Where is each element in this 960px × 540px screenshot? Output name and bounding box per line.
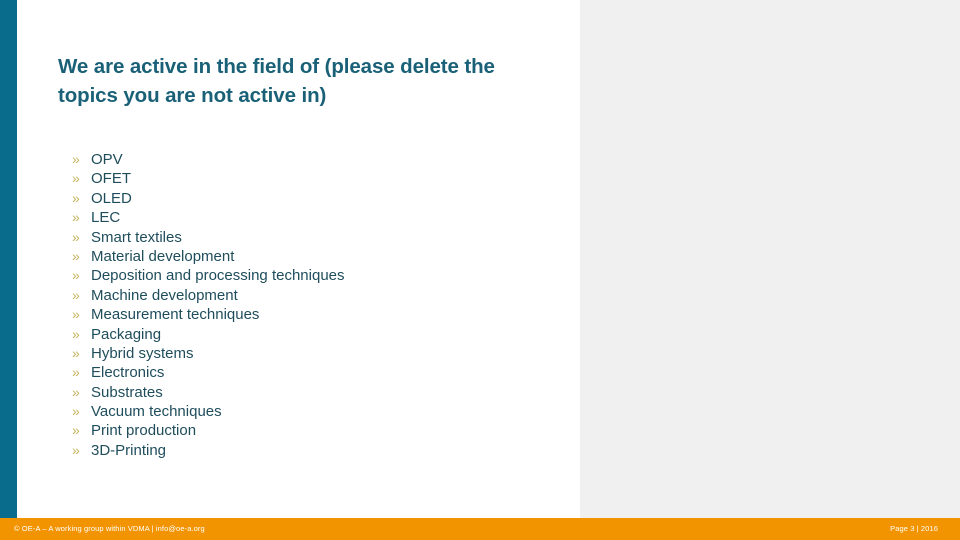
chevron-double-right-icon: »: [72, 306, 80, 323]
chevron-double-right-icon: »: [72, 383, 80, 400]
list-item-label: 3D-Printing: [91, 441, 167, 459]
list-item-label: Print production: [91, 422, 197, 440]
list-item-label: Machine development: [91, 286, 238, 304]
chevron-double-right-icon: »: [72, 422, 80, 439]
list-item-label: Vacuum techniques: [91, 403, 222, 421]
chevron-double-right-icon: »: [72, 170, 80, 187]
list-item[interactable]: » Electronics: [72, 365, 552, 384]
footer-page-number: Page 3 | 2016: [890, 524, 938, 533]
list-item[interactable]: » Packaging: [72, 327, 552, 346]
list-item-label: LEC: [91, 209, 121, 227]
list-item[interactable]: » Measurement techniques: [72, 307, 552, 326]
list-item-label: Smart textiles: [91, 228, 182, 246]
list-item[interactable]: » Print production: [72, 423, 552, 442]
list-item[interactable]: » OFET: [72, 171, 552, 190]
topic-list: » OPV » OFET » OLED » LEC » Smart textiles » Materi…: [72, 152, 552, 462]
chevron-double-right-icon: »: [72, 325, 80, 342]
list-item-label: OPV: [91, 151, 123, 168]
chevron-double-right-icon: »: [72, 286, 80, 303]
list-item-label: OLED: [91, 189, 132, 207]
list-item-label: OFET: [91, 170, 131, 188]
list-item[interactable]: » Substrates: [72, 385, 552, 404]
chevron-double-right-icon: »: [72, 151, 80, 167]
chevron-double-right-icon: »: [72, 267, 80, 284]
chevron-double-right-icon: »: [72, 209, 80, 226]
list-item[interactable]: » OLED: [72, 191, 552, 210]
chevron-double-right-icon: »: [72, 247, 80, 264]
chevron-double-right-icon: »: [72, 189, 80, 206]
chevron-double-right-icon: »: [72, 364, 80, 381]
list-item[interactable]: » Vacuum techniques: [72, 404, 552, 423]
list-item-label: Hybrid systems: [91, 344, 194, 362]
list-item[interactable]: » Hybrid systems: [72, 346, 552, 365]
list-item-label: Material development: [91, 247, 235, 265]
footer-bar: © OE-A – A working group within VDMA | i…: [0, 518, 960, 540]
chevron-double-right-icon: »: [72, 403, 80, 420]
list-item[interactable]: » Machine development: [72, 288, 552, 307]
chevron-double-right-icon: »: [72, 228, 80, 245]
list-item[interactable]: » Material development: [72, 249, 552, 268]
list-item-label: Measurement techniques: [91, 306, 260, 324]
list-item-label: Packaging: [91, 325, 162, 343]
chevron-double-right-icon: »: [72, 441, 80, 458]
list-item[interactable]: » OPV: [72, 152, 552, 171]
list-item[interactable]: » LEC: [72, 210, 552, 229]
list-item-label: Substrates: [91, 383, 163, 401]
left-accent-bar: [0, 0, 17, 518]
list-item[interactable]: » Deposition and processing techniques: [72, 268, 552, 287]
page-title: We are active in the field of (please de…: [58, 55, 495, 108]
chevron-double-right-icon: »: [72, 344, 80, 361]
list-item-label: Electronics: [91, 364, 165, 382]
footer-copyright: © OE-A – A working group within VDMA | i…: [14, 524, 205, 533]
list-item[interactable]: » Smart textiles: [72, 230, 552, 249]
slide: We are active in the field of (please de…: [0, 0, 960, 540]
list-item-label: Deposition and processing techniques: [91, 267, 345, 285]
list-item[interactable]: » 3D-Printing: [72, 443, 552, 462]
